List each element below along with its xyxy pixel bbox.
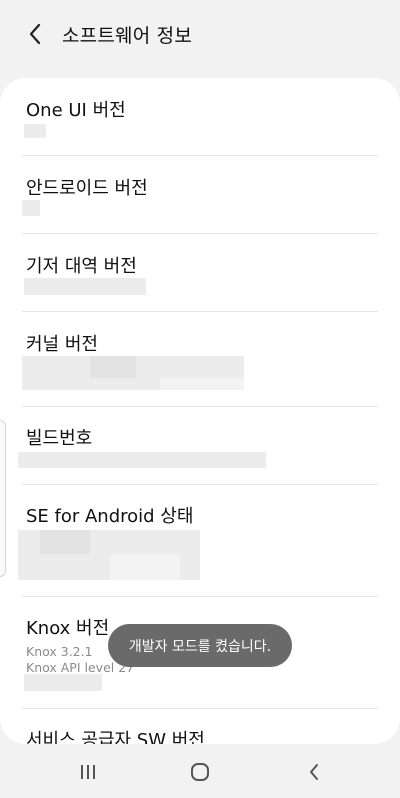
redacted-value [24,674,102,691]
redacted-value [22,200,40,216]
divider [22,406,378,407]
item-title: 빌드번호 [26,428,93,449]
item-title: 안드로이드 버전 [26,178,148,199]
list-item-build-number[interactable]: 빌드번호 [26,424,378,450]
list-item-kernel-version[interactable]: 커널 버전 [26,330,378,356]
chevron-left-icon [29,23,41,45]
list-item-android-version[interactable]: 안드로이드 버전 [26,174,378,200]
navigation-bar [0,744,400,798]
divider [22,708,378,709]
recents-icon [81,765,95,779]
item-title: SE for Android 상태 [26,506,194,527]
redacted-value [24,278,146,295]
divider [22,233,378,234]
divider [22,484,378,485]
home-icon [191,763,209,781]
page-title: 소프트웨어 정보 [62,24,192,47]
recents-button[interactable] [64,752,112,792]
divider [22,155,378,156]
app-bar: 소프트웨어 정보 [0,0,400,68]
divider [22,311,378,312]
redacted-value [110,554,180,580]
list-item-se-for-android-status[interactable]: SE for Android 상태 [26,502,378,528]
item-title: 기저 대역 버전 [26,256,137,277]
redacted-value [160,378,244,390]
item-title: One UI 버전 [26,100,126,121]
list-item-one-ui-version[interactable]: One UI 버전 [26,96,378,122]
redacted-value [18,452,266,468]
item-title: 커널 버전 [26,334,98,355]
list-item-service-provider-sw-version[interactable]: 서비스 공급자 SW 버전 [26,726,378,744]
list-item-baseband-version[interactable]: 기저 대역 버전 [26,252,378,278]
redacted-value [40,530,90,554]
back-button[interactable] [12,11,58,57]
nav-back-button[interactable] [290,752,338,792]
redacted-value [24,124,46,138]
divider [22,596,378,597]
redacted-value [90,356,136,378]
toast-message: 개발자 모드를 켰습니다. [108,624,292,667]
back-icon [310,764,318,780]
edge-panel-handle[interactable] [0,420,6,577]
home-button[interactable] [176,752,224,792]
item-title: 서비스 공급자 SW 버전 [26,730,205,744]
